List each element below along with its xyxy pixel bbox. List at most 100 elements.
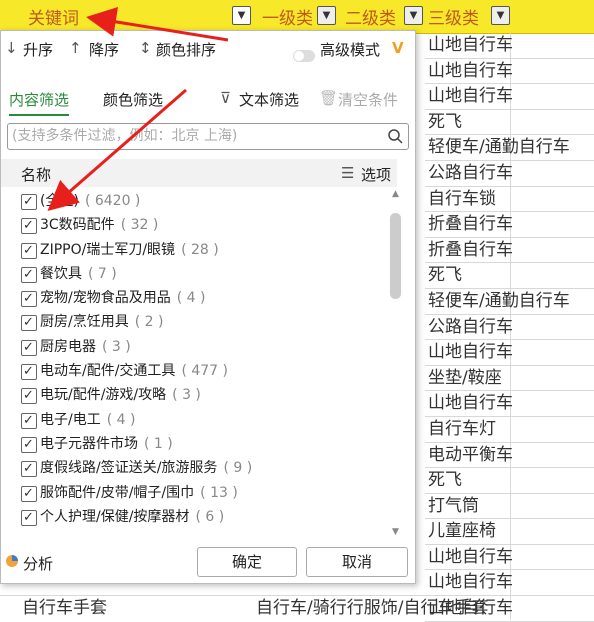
sheet-row[interactable]: 死飞 — [425, 263, 594, 289]
sheet-row[interactable]: 死飞 — [425, 110, 594, 136]
list-item[interactable]: 电子元器件市场 ( 1 ) — [1, 432, 385, 457]
item-label: 个人护理/保健/按摩器材 — [40, 508, 190, 525]
item-count: ( 4 ) — [176, 290, 206, 307]
header-level3[interactable]: 三级类 — [428, 4, 479, 29]
advanced-mode-label: 高级模式 — [320, 41, 381, 59]
item-count: ( 13 ) — [200, 484, 238, 501]
list-item[interactable]: (全选) ( 6420 ) — [1, 189, 385, 214]
checkbox[interactable] — [21, 263, 37, 287]
dropdown-level2-icon[interactable]: ▼ — [404, 6, 423, 25]
item-count: ( 477 ) — [181, 363, 228, 380]
sheet-row[interactable]: 山地自行车 — [425, 570, 594, 597]
item-label: 电子/电工 — [40, 411, 101, 428]
tab-content-filter[interactable]: 内容筛选 — [9, 89, 70, 116]
checkbox[interactable] — [21, 190, 37, 214]
checkbox[interactable] — [21, 482, 37, 506]
sheet-row[interactable]: 山地自行车 — [425, 391, 594, 417]
scrollbar-thumb[interactable] — [390, 213, 401, 299]
clear-conditions-button[interactable]: 清空条件 — [338, 89, 398, 110]
cancel-button[interactable]: 取消 — [306, 547, 408, 577]
item-count: ( 3 ) — [172, 387, 201, 404]
sheet-row[interactable]: 山地自行车 — [425, 340, 594, 366]
sheet-row[interactable]: 电动平衡车 — [425, 443, 594, 469]
item-label: ZIPPO/瑞士军刀/眼镜 — [40, 241, 176, 258]
sort-asc-button[interactable]: 升序 — [23, 39, 53, 60]
scroll-up-icon[interactable]: ▲ — [392, 189, 399, 199]
scroll-down-icon[interactable]: ▼ — [392, 527, 399, 537]
sheet-row[interactable]: 自行车灯 — [425, 417, 594, 443]
item-count: ( 32 ) — [120, 217, 159, 234]
checkbox[interactable] — [21, 384, 37, 408]
checkbox[interactable] — [21, 239, 37, 263]
checkbox[interactable] — [21, 433, 37, 457]
sheet-row[interactable]: 山地自行车 — [425, 59, 594, 85]
color-sort-button[interactable]: 颜色排序 — [156, 39, 216, 60]
filter-funnel-icon[interactable]: ▼ — [232, 6, 251, 25]
list-scrollbar[interactable]: ▲ ▼ — [386, 189, 406, 537]
sheet-row[interactable]: 公路自行车 — [425, 315, 594, 341]
list-item[interactable]: 厨房电器 ( 3 ) — [1, 335, 385, 360]
item-count: ( 28 ) — [181, 241, 219, 258]
checkbox[interactable] — [21, 506, 37, 530]
tab-color-filter[interactable]: 颜色筛选 — [103, 89, 163, 110]
list-item[interactable]: 3C数码配件 ( 32 ) — [1, 213, 385, 238]
popup-footer: 分析 确定 取消 — [1, 539, 415, 583]
list-item[interactable]: 度假线路/签证送关/旅游服务 ( 9 ) — [1, 456, 385, 481]
list-item[interactable]: 电动车/配件/交通工具 ( 477 ) — [1, 359, 385, 384]
sheet-row[interactable]: 折叠自行车 — [425, 238, 594, 264]
search-icon[interactable] — [387, 128, 403, 144]
list-item[interactable]: 服饰配件/皮带/帽子/围巾 ( 13 ) — [1, 481, 385, 506]
sheet-row[interactable]: 轻便车/通勤自行车 — [425, 289, 594, 315]
item-count: ( 7 ) — [88, 265, 117, 282]
item-label: 电玩/配件/游戏/攻略 — [40, 387, 167, 404]
text-filter-icon: ⊽ — [220, 89, 231, 107]
sheet-row[interactable]: 自行车锁 — [425, 187, 594, 213]
checkbox[interactable] — [21, 287, 37, 311]
advanced-mode-toggle[interactable] — [293, 50, 315, 62]
checkbox[interactable] — [21, 214, 37, 238]
list-item[interactable]: 电玩/配件/游戏/攻略 ( 3 ) — [1, 383, 385, 408]
search-placeholder: (支持多条件过滤，例如：北京 上海) — [12, 128, 238, 144]
checkbox[interactable] — [21, 311, 37, 335]
bottom-cell-category[interactable]: 自行车/骑行行服饰/自行车手套 — [256, 596, 488, 620]
list-item[interactable]: 宠物/宠物食品及用品 ( 4 ) — [1, 286, 385, 311]
ok-button[interactable]: 确定 — [197, 547, 297, 577]
sheet-row[interactable]: 轻便车/通勤自行车 — [425, 135, 594, 161]
sheet-row[interactable]: 坐垫/鞍座 — [425, 366, 594, 392]
sheet-row[interactable]: 打气筒 — [425, 494, 594, 520]
header-keyword[interactable]: 关键词 — [28, 4, 79, 29]
header-level1[interactable]: 一级类 — [262, 4, 313, 29]
sort-desc-button[interactable]: 降序 — [89, 39, 119, 60]
sheet-row[interactable]: 儿童座椅 — [425, 519, 594, 545]
clear-icon: 🗑 — [319, 89, 339, 107]
dropdown-level1-icon[interactable]: ▼ — [317, 6, 336, 25]
sheet-row[interactable]: 死飞 — [425, 468, 594, 494]
list-item[interactable]: 厨房/烹饪用具 ( 2 ) — [1, 310, 385, 335]
text-filter-button[interactable]: 文本筛选 — [239, 89, 299, 110]
item-count: ( 6 ) — [195, 508, 225, 525]
sheet-row[interactable]: 折叠自行车 — [425, 212, 594, 238]
list-item[interactable]: ZIPPO/瑞士军刀/眼镜 ( 28 ) — [1, 238, 385, 263]
checkbox[interactable] — [21, 409, 37, 433]
checkbox[interactable] — [21, 457, 37, 481]
sheet-row[interactable]: 山地自行车 — [425, 33, 594, 59]
checkbox[interactable] — [21, 336, 37, 360]
search-input[interactable]: (支持多条件过滤，例如：北京 上海) — [7, 123, 409, 150]
filter-tabs: 内容筛选 颜色筛选 ⊽ 文本筛选 🗑 清空条件 — [1, 89, 415, 117]
dropdown-level3-icon[interactable]: ▼ — [491, 6, 510, 25]
checkbox[interactable] — [21, 360, 37, 384]
list-item[interactable]: 餐饮具 ( 7 ) — [1, 262, 385, 287]
item-label: 服饰配件/皮带/帽子/围巾 — [40, 484, 195, 501]
list-item[interactable]: 个人护理/保健/按摩器材 ( 6 ) — [1, 505, 385, 530]
header-level2[interactable]: 二级类 — [345, 4, 396, 29]
sheet-row[interactable]: 山地自行车 — [425, 84, 594, 110]
bottom-row: 自行车手套 自行车/骑行行服饰/自行车手套 — [0, 595, 594, 621]
sheet-row[interactable]: 公路自行车 — [425, 161, 594, 187]
analyze-button[interactable]: 分析 — [23, 553, 53, 574]
item-count: ( 2 ) — [134, 314, 164, 331]
sheet-row[interactable]: 山地自行车 — [425, 545, 594, 571]
color-sort-icon: ↕ — [139, 39, 152, 57]
options-button[interactable]: 选项 — [361, 164, 391, 185]
bottom-cell-keyword[interactable]: 自行车手套 — [22, 596, 107, 620]
list-item[interactable]: 电子/电工 ( 4 ) — [1, 408, 385, 433]
